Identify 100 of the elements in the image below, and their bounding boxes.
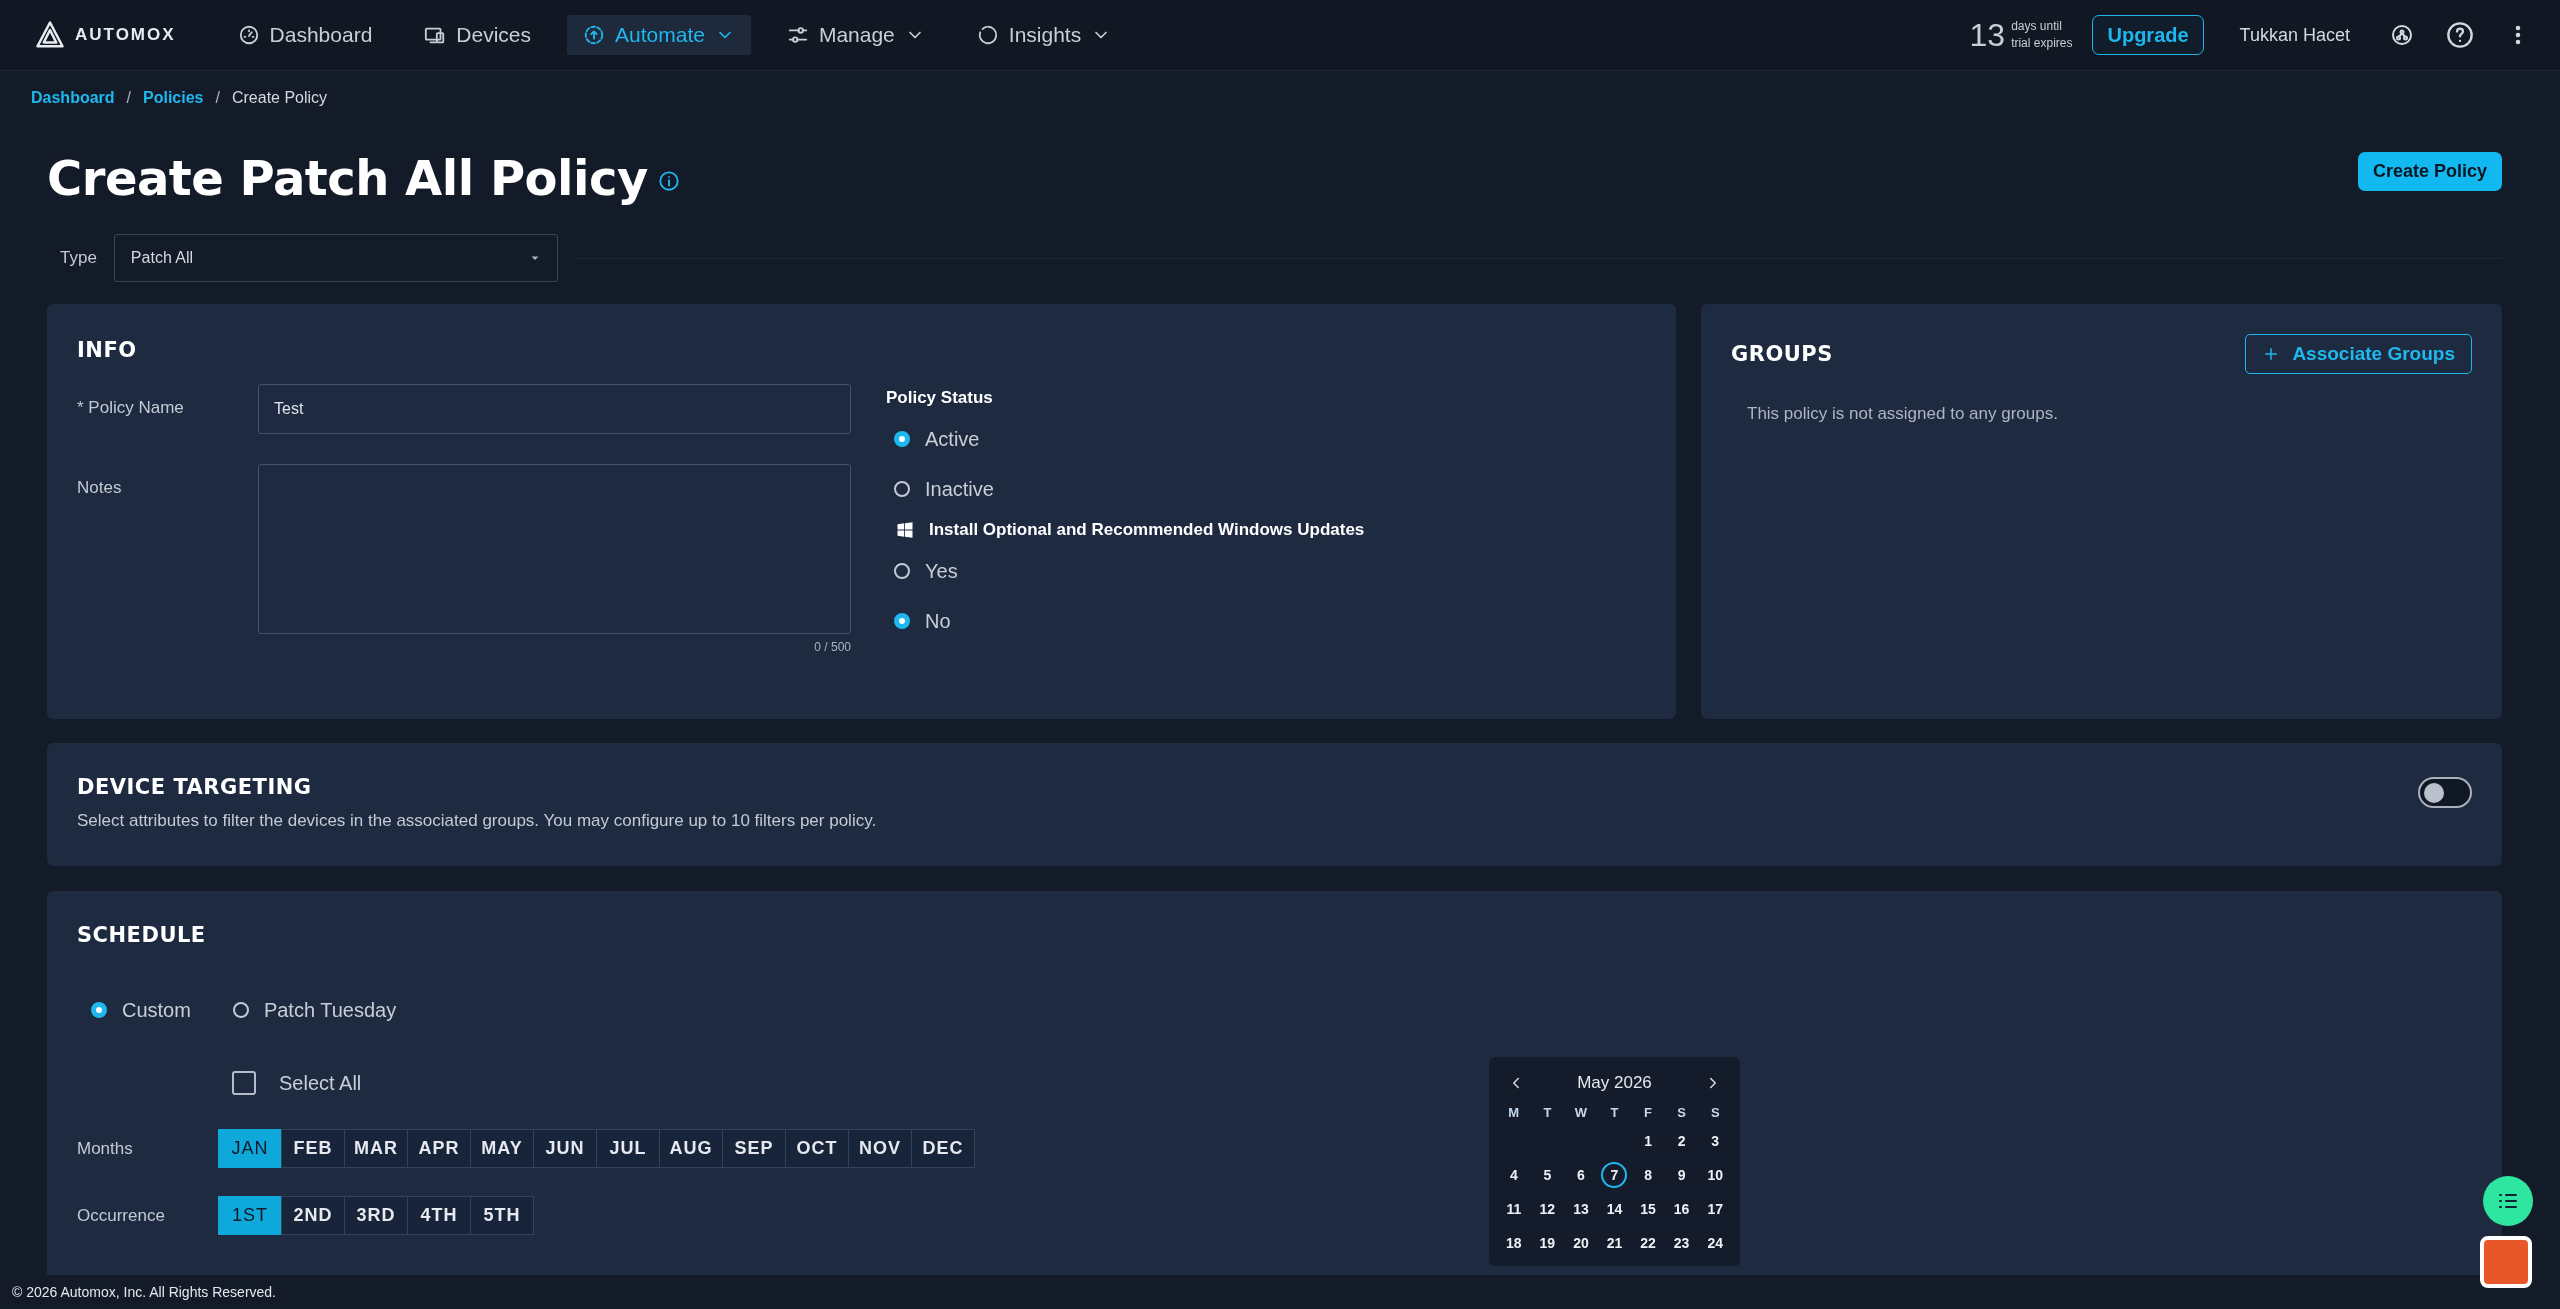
type-select[interactable]: Patch All — [113, 234, 558, 282]
calendar-day[interactable]: 4 — [1500, 1162, 1527, 1188]
breadcrumb-separator: / — [126, 89, 132, 107]
toggle-chip[interactable]: MAR — [344, 1129, 408, 1168]
section-heading: INFO — [77, 338, 138, 362]
calendar-day[interactable]: 6 — [1567, 1162, 1594, 1188]
radio-option[interactable]: Yes — [894, 552, 1365, 590]
toggle-chip[interactable]: AUG — [659, 1129, 723, 1168]
field-label: Notes — [77, 477, 123, 498]
radio-option[interactable]: Active — [894, 420, 1365, 458]
calendar-day[interactable]: 16 — [1668, 1196, 1695, 1222]
toggle-chip[interactable]: 2ND — [281, 1196, 345, 1235]
section-heading: GROUPS — [1731, 342, 1833, 366]
windows-logo-icon — [895, 520, 915, 540]
toggle-switch[interactable] — [2418, 777, 2472, 808]
radio-option[interactable]: Inactive — [894, 470, 1365, 508]
calendar-day[interactable]: 15 — [1635, 1196, 1662, 1222]
radio-button[interactable] — [894, 431, 910, 447]
logo-icon — [35, 20, 65, 50]
calendar-day[interactable]: 14 — [1601, 1196, 1628, 1222]
calendar-day[interactable]: 9 — [1668, 1162, 1695, 1188]
section-description: Select attributes to filter the devices in the associated groups. You may configure up to 10 filters per policy. — [77, 811, 877, 831]
help-icon[interactable] — [2446, 21, 2474, 49]
breadcrumb-link[interactable]: Policies — [143, 89, 204, 107]
calendar-day[interactable]: 2 — [1668, 1128, 1695, 1154]
calendar-day[interactable]: 20 — [1567, 1230, 1594, 1256]
nav-item[interactable]: Automate — [567, 15, 751, 55]
gauge-icon — [237, 24, 260, 46]
calendar-day[interactable]: 23 — [1668, 1230, 1695, 1256]
calendar-day[interactable]: 21 — [1601, 1230, 1628, 1256]
trial-text: trial expires — [2011, 35, 2073, 52]
radio-button[interactable] — [894, 563, 910, 579]
toggle-chip[interactable]: NOV — [848, 1129, 912, 1168]
section-heading: DEVICE TARGETING — [77, 775, 313, 799]
radio-button[interactable] — [894, 613, 910, 629]
radio-button[interactable] — [91, 1002, 107, 1018]
toggle-chip[interactable]: 3RD — [344, 1196, 408, 1235]
nav-item[interactable]: Devices — [408, 15, 547, 55]
toggle-chip[interactable]: 5TH — [470, 1196, 534, 1235]
toggle-chip[interactable]: OCT — [785, 1129, 849, 1168]
character-counter: 0 / 500 — [814, 640, 851, 654]
calendar-day[interactable]: 1 — [1635, 1128, 1662, 1154]
empty-state-text: This policy is not assigned to any groups. — [1747, 404, 2059, 424]
toggle-chip[interactable]: JAN — [218, 1129, 282, 1168]
weekday-label: S — [1709, 1105, 1721, 1120]
calendar-day[interactable]: 13 — [1567, 1196, 1594, 1222]
create-policy-button[interactable]: Create Policy — [2357, 151, 2502, 191]
policy-name-field[interactable]: Test — [258, 384, 851, 434]
calendar-day[interactable]: 10 — [1702, 1162, 1729, 1188]
breadcrumb-separator: / — [215, 89, 220, 107]
calendar-day[interactable]: 5 — [1534, 1162, 1561, 1188]
toggle-chip[interactable]: 4TH — [407, 1196, 471, 1235]
nav-item[interactable]: Dashboard — [221, 15, 389, 55]
calendar-day[interactable]: 8 — [1635, 1162, 1662, 1188]
toggle-chip[interactable]: FEB — [281, 1129, 345, 1168]
breadcrumb-link[interactable]: Dashboard — [31, 89, 115, 107]
toggle-chip[interactable]: MAY — [470, 1129, 534, 1168]
weekday-label: T — [1609, 1105, 1620, 1120]
field-label: Type — [60, 248, 97, 268]
toggle-chip[interactable]: DEC — [911, 1129, 975, 1168]
trial-text: days until — [2011, 18, 2063, 35]
calendar-day[interactable]: 24 — [1702, 1230, 1729, 1256]
associate-groups-button[interactable]: Associate Groups — [2245, 334, 2472, 374]
field-label: Months — [77, 1138, 134, 1159]
sliders-icon — [786, 24, 809, 46]
toggle-chip[interactable]: SEP — [722, 1129, 786, 1168]
checkbox[interactable] — [232, 1071, 256, 1095]
user-name: Tukkan Hacet — [2239, 24, 2350, 46]
weekday-label: M — [1507, 1105, 1521, 1120]
calendar-day[interactable]: 17 — [1702, 1196, 1729, 1222]
toggle-chip[interactable]: JUL — [596, 1129, 660, 1168]
radio-button[interactable] — [894, 481, 910, 497]
radio-option[interactable]: No — [894, 602, 1365, 640]
field-label: Policy Status — [886, 388, 994, 408]
notes-field[interactable] — [258, 464, 851, 634]
nav-item[interactable]: Insights — [960, 15, 1128, 55]
calendar-day[interactable]: 18 — [1500, 1230, 1527, 1256]
calendar-day[interactable]: 19 — [1534, 1230, 1561, 1256]
trial-days-count: 13 — [1969, 16, 2006, 54]
weekday-label: S — [1676, 1105, 1687, 1120]
calendar-day[interactable]: 12 — [1534, 1196, 1561, 1222]
calendar-day[interactable]: 22 — [1635, 1230, 1662, 1256]
toggle-chip[interactable]: APR — [407, 1129, 471, 1168]
calendar-day[interactable]: 3 — [1702, 1128, 1729, 1154]
checklist-button[interactable] — [2483, 1176, 2533, 1226]
copyright-text: © 2026 Automox, Inc. All Rights Reserved. — [12, 1284, 276, 1300]
calendar-day[interactable]: 11 — [1500, 1196, 1527, 1222]
weekday-label: T — [1542, 1105, 1553, 1120]
select-all-option[interactable]: Select All — [232, 1071, 362, 1095]
nav-item[interactable]: Manage — [770, 15, 941, 55]
account-icon[interactable] — [2390, 23, 2414, 47]
toggle-chip[interactable]: JUN — [533, 1129, 597, 1168]
assistant-avatar[interactable] — [2480, 1236, 2532, 1288]
radio-option[interactable]: Custom — [91, 991, 191, 1029]
radio-button[interactable] — [232, 1002, 249, 1018]
toggle-chip[interactable]: 1ST — [218, 1196, 282, 1235]
info-icon[interactable] — [657, 170, 680, 192]
radio-option[interactable]: Patch Tuesday — [232, 991, 397, 1029]
upgrade-button[interactable]: Upgrade — [2092, 15, 2204, 55]
calendar-day[interactable]: 7 — [1601, 1162, 1628, 1188]
